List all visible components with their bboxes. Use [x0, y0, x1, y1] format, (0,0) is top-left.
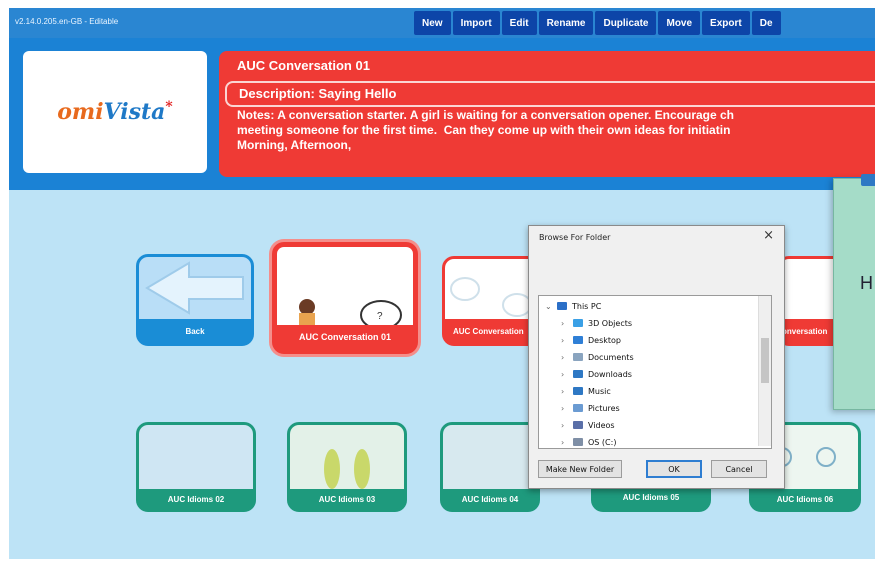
tile-thumbnail: ?	[277, 247, 413, 330]
logo-text: omiVista*	[57, 99, 173, 125]
back-tile[interactable]: Back	[136, 254, 254, 346]
tree-item-pictures[interactable]: › Pictures	[561, 400, 620, 416]
chevron-right-icon[interactable]: ›	[561, 353, 573, 362]
tile-thumbnail	[290, 425, 404, 489]
logo: omiVista*	[23, 51, 207, 173]
side-card-tab	[861, 174, 875, 186]
side-card-letter: H	[860, 273, 873, 293]
chevron-down-icon[interactable]: ⌄	[545, 302, 557, 311]
export-button[interactable]: Export	[702, 11, 750, 35]
tile-thumbnail	[443, 425, 537, 489]
documents-icon	[573, 353, 583, 361]
new-button[interactable]: New	[414, 11, 451, 35]
tile-caption: AUC Idioms 06	[776, 494, 834, 504]
pc-icon	[557, 302, 567, 310]
tree-item-videos[interactable]: › Videos	[561, 417, 615, 433]
make-new-folder-button[interactable]: Make New Folder	[538, 460, 622, 478]
tile-caption: AUC Conversation	[453, 326, 524, 336]
chevron-right-icon[interactable]: ›	[561, 387, 573, 396]
tree-item-label: Music	[588, 386, 611, 396]
tile-caption: AUC Idioms 03	[318, 494, 376, 504]
back-arrow-icon	[139, 257, 251, 319]
top-bar: v2.14.0.205.en-GB - Editable New Import …	[9, 8, 875, 38]
folder-tree[interactable]: ⌄ This PC › 3D Objects › Desktop › Docum…	[538, 295, 772, 449]
lesson-title: AUC Conversation 01	[237, 58, 370, 73]
tile-auc-idioms-02[interactable]: AUC Idioms 02	[136, 422, 256, 512]
tree-item-this-pc[interactable]: ⌄ This PC	[545, 298, 601, 314]
tile-caption: AUC Conversation 01	[298, 332, 392, 342]
version-label: v2.14.0.205.en-GB - Editable	[15, 17, 119, 26]
tree-item-label: This PC	[572, 301, 602, 311]
chevron-right-icon[interactable]: ›	[561, 370, 573, 379]
svg-text:?: ?	[377, 311, 383, 322]
toolbar: New Import Edit Rename Duplicate Move Ex…	[414, 8, 783, 38]
tree-item-music[interactable]: › Music	[561, 383, 611, 399]
lesson-header: omiVista* AUC Conversation 01 Descriptio…	[9, 38, 875, 190]
tree-item-downloads[interactable]: › Downloads	[561, 366, 632, 382]
tile-caption: AUC Idioms 04	[461, 494, 519, 504]
cancel-button[interactable]: Cancel	[711, 460, 767, 478]
tree-item-label: Downloads	[588, 369, 632, 379]
downloads-icon	[573, 370, 583, 378]
pictures-icon	[573, 404, 583, 412]
close-icon[interactable]: ×	[763, 228, 774, 243]
tile-auc-conversation-01[interactable]: ? AUC Conversation 01	[272, 242, 418, 354]
tile-caption: Back	[185, 326, 205, 336]
dialog-title: Browse For Folder	[539, 233, 611, 242]
chevron-right-icon[interactable]: ›	[561, 421, 573, 430]
tree-item-label: Pictures	[588, 403, 620, 413]
side-card: H	[833, 174, 875, 410]
lesson-notes: Notes: A conversation starter. A girl is…	[237, 108, 735, 152]
tree-item-documents[interactable]: › Documents	[561, 349, 634, 365]
tree-item-label: OS (C:)	[588, 437, 617, 447]
edit-button[interactable]: Edit	[501, 11, 537, 35]
chevron-right-icon[interactable]: ›	[561, 404, 573, 413]
tree-item-os-c[interactable]: › OS (C:)	[561, 434, 617, 448]
move-button[interactable]: Move	[658, 11, 701, 35]
3d-objects-icon	[573, 319, 583, 327]
chevron-right-icon[interactable]: ›	[561, 438, 573, 447]
tree-item-label: Documents	[588, 352, 634, 362]
scrollbar-thumb[interactable]	[761, 338, 769, 383]
duplicate-button[interactable]: Duplicate	[595, 11, 657, 35]
ok-button[interactable]: OK	[646, 460, 702, 478]
chevron-right-icon[interactable]: ›	[561, 319, 573, 328]
tile-thumbnail	[139, 425, 253, 489]
music-icon	[573, 387, 583, 395]
tile-auc-conversation-02[interactable]: AUC Conversation	[442, 256, 542, 346]
tree-item-label: Videos	[588, 420, 615, 430]
tree-item-label: Desktop	[588, 335, 621, 345]
chevron-right-icon[interactable]: ›	[561, 336, 573, 345]
import-button[interactable]: Import	[452, 11, 500, 35]
tile-auc-idioms-03[interactable]: AUC Idioms 03	[287, 422, 407, 512]
browse-for-folder-dialog: Browse For Folder × ⌄ This PC › 3D Objec…	[528, 225, 785, 489]
tree-item-desktop[interactable]: › Desktop	[561, 332, 621, 348]
tile-auc-idioms-04[interactable]: AUC Idioms 04	[440, 422, 540, 512]
tree-item-label: 3D Objects	[588, 318, 633, 328]
desktop-icon	[573, 336, 583, 344]
rename-button[interactable]: Rename	[538, 11, 594, 35]
delete-button[interactable]: De	[751, 11, 781, 35]
lesson-info: AUC Conversation 01 Description: Saying …	[219, 51, 875, 177]
drive-icon	[573, 438, 583, 446]
tree-scrollbar[interactable]	[758, 296, 771, 446]
description-box: Description: Saying Hello	[225, 81, 875, 107]
tree-item-3d-objects[interactable]: › 3D Objects	[561, 315, 632, 331]
tile-thumbnail	[445, 259, 539, 319]
tile-caption: AUC Idioms 02	[167, 494, 225, 504]
videos-icon	[573, 421, 583, 429]
lesson-description: Description: Saying Hello	[239, 86, 397, 101]
